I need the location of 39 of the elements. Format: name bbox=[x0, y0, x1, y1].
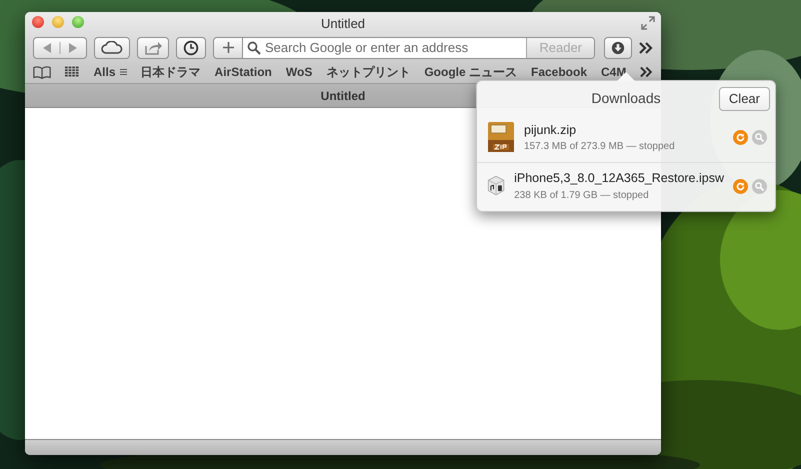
search-icon bbox=[247, 40, 261, 54]
bookmark-link[interactable]: C4M bbox=[601, 63, 626, 81]
chevron-icon[interactable] bbox=[639, 42, 653, 54]
history-button[interactable] bbox=[176, 36, 206, 58]
tab-title[interactable]: Untitled bbox=[320, 89, 366, 103]
downloads-title: Downloads bbox=[591, 89, 661, 108]
resume-button[interactable] bbox=[733, 130, 748, 145]
close-button[interactable] bbox=[32, 16, 44, 28]
add-button[interactable] bbox=[213, 36, 243, 58]
file-name: pijunk.zip bbox=[524, 122, 578, 139]
cloud-button[interactable] bbox=[94, 36, 130, 58]
bookmark-link[interactable]: WoS bbox=[286, 63, 312, 81]
clear-button[interactable]: Clear bbox=[718, 87, 770, 110]
window-title: Untitled bbox=[320, 16, 366, 31]
grid-icon[interactable] bbox=[65, 66, 80, 78]
download-status: 238 KB of 1.79 GB — stopped bbox=[514, 189, 650, 203]
bookmark-link[interactable]: Alls bbox=[94, 63, 127, 81]
bookmark-link[interactable]: 日本ドラマ bbox=[140, 63, 201, 81]
bookmark-link[interactable]: Facebook bbox=[531, 63, 588, 81]
zoom-button[interactable] bbox=[72, 16, 84, 28]
plus-icon bbox=[222, 41, 234, 54]
share-button[interactable] bbox=[137, 36, 169, 58]
download-status: 157.3 MB of 273.9 MB — stopped bbox=[524, 140, 676, 154]
fullscreen-icon[interactable] bbox=[641, 16, 655, 30]
cloud-icon bbox=[101, 41, 123, 54]
bookmark-link[interactable]: Google ニュース bbox=[424, 63, 517, 81]
book-icon[interactable] bbox=[33, 66, 52, 78]
list-icon bbox=[120, 69, 127, 75]
bookmark-link[interactable]: AirStation bbox=[214, 63, 272, 81]
resume-button[interactable] bbox=[733, 178, 748, 194]
downloads-button[interactable] bbox=[604, 36, 632, 58]
download-icon bbox=[611, 40, 625, 56]
share-icon bbox=[144, 40, 162, 54]
chevron-icon[interactable] bbox=[640, 66, 653, 78]
file-name: iPhone5,3_8.0_12A365_Restore.ipsw bbox=[514, 170, 724, 188]
back-forward-button[interactable] bbox=[33, 36, 87, 58]
bookmark-link[interactable]: ネットプリント bbox=[326, 63, 410, 81]
clock-icon bbox=[183, 40, 199, 56]
archive-icon bbox=[487, 121, 515, 154]
